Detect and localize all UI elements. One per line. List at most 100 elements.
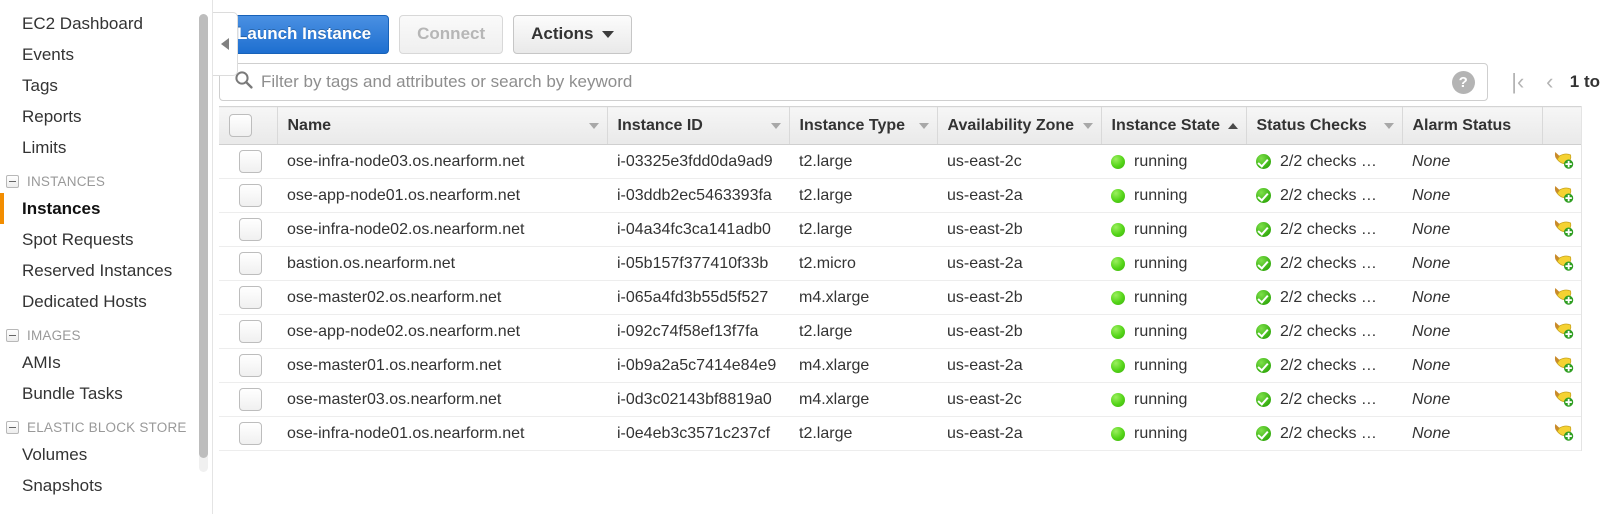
row-select-cell[interactable] xyxy=(219,348,277,383)
sidebar-item-events[interactable]: Events xyxy=(0,39,212,70)
launch-instance-button[interactable]: Launch Instance xyxy=(219,14,390,54)
sidebar-item-amis[interactable]: AMIs xyxy=(0,347,212,378)
instance-name-cell: ose-infra-node01.os.nearform.net xyxy=(277,416,607,451)
row-checkbox[interactable] xyxy=(239,286,262,309)
row-checkbox[interactable] xyxy=(239,354,262,377)
sidebar-item-instances[interactable]: Instances xyxy=(0,193,212,224)
state-running-icon xyxy=(1111,154,1125,169)
collapse-minus-icon[interactable] xyxy=(6,421,19,434)
table-row[interactable]: ose-infra-node03.os.nearform.net i-03325e… xyxy=(219,144,1581,179)
column-header-checks[interactable]: Status Checks xyxy=(1245,106,1402,145)
column-header-label: Instance Type xyxy=(799,116,906,134)
instance-name-cell: ose-infra-node03.os.nearform.net xyxy=(277,144,607,179)
row-select-cell[interactable] xyxy=(219,212,277,247)
sidebar-item-reports[interactable]: Reports xyxy=(0,101,212,132)
table-row[interactable]: ose-master02.os.nearform.net i-065a4fd3b5… xyxy=(219,280,1581,315)
table-row[interactable]: ose-infra-node02.os.nearform.net i-04a34f… xyxy=(219,212,1581,247)
previous-page-icon[interactable]: ‹ xyxy=(1534,63,1566,101)
sidebar-item-dedicated-hosts[interactable]: Dedicated Hosts xyxy=(0,286,212,317)
pagination-range: 1 to xyxy=(1569,72,1600,91)
instance-name-cell: ose-app-node02.os.nearform.net xyxy=(277,314,607,349)
create-alarm-icon[interactable] xyxy=(1552,149,1574,174)
sort-descending-icon xyxy=(918,122,929,129)
create-alarm-cell[interactable] xyxy=(1542,314,1581,349)
create-alarm-cell[interactable] xyxy=(1542,280,1581,315)
sidebar-collapse-handle[interactable] xyxy=(213,12,238,76)
create-alarm-icon[interactable] xyxy=(1552,421,1574,446)
alarm-status-cell: None xyxy=(1402,416,1542,451)
select-all-checkbox[interactable] xyxy=(229,114,252,137)
row-checkbox[interactable] xyxy=(239,320,262,343)
sidebar-item-volumes[interactable]: Volumes xyxy=(0,439,212,470)
collapse-minus-icon[interactable] xyxy=(6,329,19,342)
sidebar-item-snapshots[interactable]: Snapshots xyxy=(0,470,212,501)
search-box[interactable]: ? xyxy=(219,63,1488,101)
sidebar-item-ec2-dashboard[interactable]: EC2 Dashboard xyxy=(0,8,212,39)
create-alarm-cell[interactable] xyxy=(1542,246,1581,281)
table-row[interactable]: ose-app-node01.os.nearform.net i-03ddb2ec… xyxy=(219,178,1581,213)
create-alarm-cell[interactable] xyxy=(1542,178,1581,213)
help-icon[interactable]: ? xyxy=(1451,70,1475,94)
sidebar-group-elastic-block-store[interactable]: ELASTIC BLOCK STORE xyxy=(0,409,212,439)
create-alarm-icon[interactable] xyxy=(1552,183,1574,208)
table-row[interactable]: ose-app-node02.os.nearform.net i-092c74f5… xyxy=(219,314,1581,349)
row-checkbox[interactable] xyxy=(239,388,262,411)
row-select-cell[interactable] xyxy=(219,178,277,213)
first-page-icon[interactable]: |‹ xyxy=(1502,63,1534,101)
create-alarm-cell[interactable] xyxy=(1542,382,1581,417)
column-header-name[interactable]: Name xyxy=(276,106,607,145)
sidebar-item-bundle-tasks[interactable]: Bundle Tasks xyxy=(0,378,212,409)
collapse-minus-icon[interactable] xyxy=(6,175,19,188)
search-input[interactable] xyxy=(261,72,1452,92)
instance-state-cell: running xyxy=(1101,314,1246,349)
create-alarm-icon[interactable] xyxy=(1552,251,1574,276)
sidebar-item-spot-requests[interactable]: Spot Requests xyxy=(0,224,212,255)
sidebar-group-images[interactable]: IMAGES xyxy=(0,317,212,347)
sidebar-item-reserved-instances[interactable]: Reserved Instances xyxy=(0,255,212,286)
instance-state-label: running xyxy=(1134,322,1188,340)
row-checkbox[interactable] xyxy=(239,422,262,445)
table-row[interactable]: ose-master03.os.nearform.net i-0d3c02143b… xyxy=(219,382,1581,417)
create-alarm-cell[interactable] xyxy=(1542,348,1581,383)
row-checkbox[interactable] xyxy=(239,218,262,241)
row-select-cell[interactable] xyxy=(219,416,277,451)
row-checkbox[interactable] xyxy=(239,184,262,207)
row-select-cell[interactable] xyxy=(219,280,277,315)
row-select-cell[interactable] xyxy=(219,314,277,349)
table-row[interactable]: bastion.os.nearform.net i-05b157f377410f3… xyxy=(219,246,1581,281)
column-header-state[interactable]: Instance State xyxy=(1100,106,1246,145)
column-header-az[interactable]: Availability Zone xyxy=(936,106,1101,145)
create-alarm-icon[interactable] xyxy=(1552,387,1574,412)
sidebar-scrollbar-thumb[interactable] xyxy=(199,14,208,458)
row-checkbox[interactable] xyxy=(239,252,262,275)
create-alarm-cell[interactable] xyxy=(1542,144,1581,179)
sidebar-scrollbar[interactable] xyxy=(199,14,208,472)
status-checks-label: 2/2 checks … xyxy=(1280,322,1377,340)
create-alarm-cell[interactable] xyxy=(1542,416,1581,451)
create-alarm-cell[interactable] xyxy=(1542,212,1581,247)
connect-button[interactable]: Connect xyxy=(399,14,504,54)
table-row[interactable]: ose-infra-node01.os.nearform.net i-0e4eb3… xyxy=(219,416,1581,451)
column-header-alarm[interactable]: Alarm Status xyxy=(1401,106,1542,145)
actions-button[interactable]: Actions xyxy=(513,14,633,54)
instance-state-label: running xyxy=(1134,220,1188,238)
create-alarm-icon[interactable] xyxy=(1552,319,1574,344)
table-row[interactable]: ose-master01.os.nearform.net i-0b9a2a5c74… xyxy=(219,348,1581,383)
row-select-cell[interactable] xyxy=(219,382,277,417)
state-running-icon xyxy=(1111,290,1125,305)
row-select-cell[interactable] xyxy=(219,144,277,179)
sidebar-item-tags[interactable]: Tags xyxy=(0,70,212,101)
sidebar-group-instances[interactable]: INSTANCES xyxy=(0,163,212,193)
column-header-check[interactable] xyxy=(219,106,277,145)
create-alarm-icon[interactable] xyxy=(1552,353,1574,378)
column-header-id[interactable]: Instance ID xyxy=(606,106,789,145)
alarm-status-cell: None xyxy=(1402,348,1542,383)
sidebar-item-limits[interactable]: Limits xyxy=(0,132,212,163)
row-select-cell[interactable] xyxy=(219,246,277,281)
create-alarm-icon[interactable] xyxy=(1552,217,1574,242)
row-checkbox[interactable] xyxy=(239,150,262,173)
status-check-passed-icon xyxy=(1256,222,1271,237)
create-alarm-icon[interactable] xyxy=(1552,285,1574,310)
column-header-type[interactable]: Instance Type xyxy=(788,106,937,145)
instance-state-cell: running xyxy=(1101,382,1246,417)
